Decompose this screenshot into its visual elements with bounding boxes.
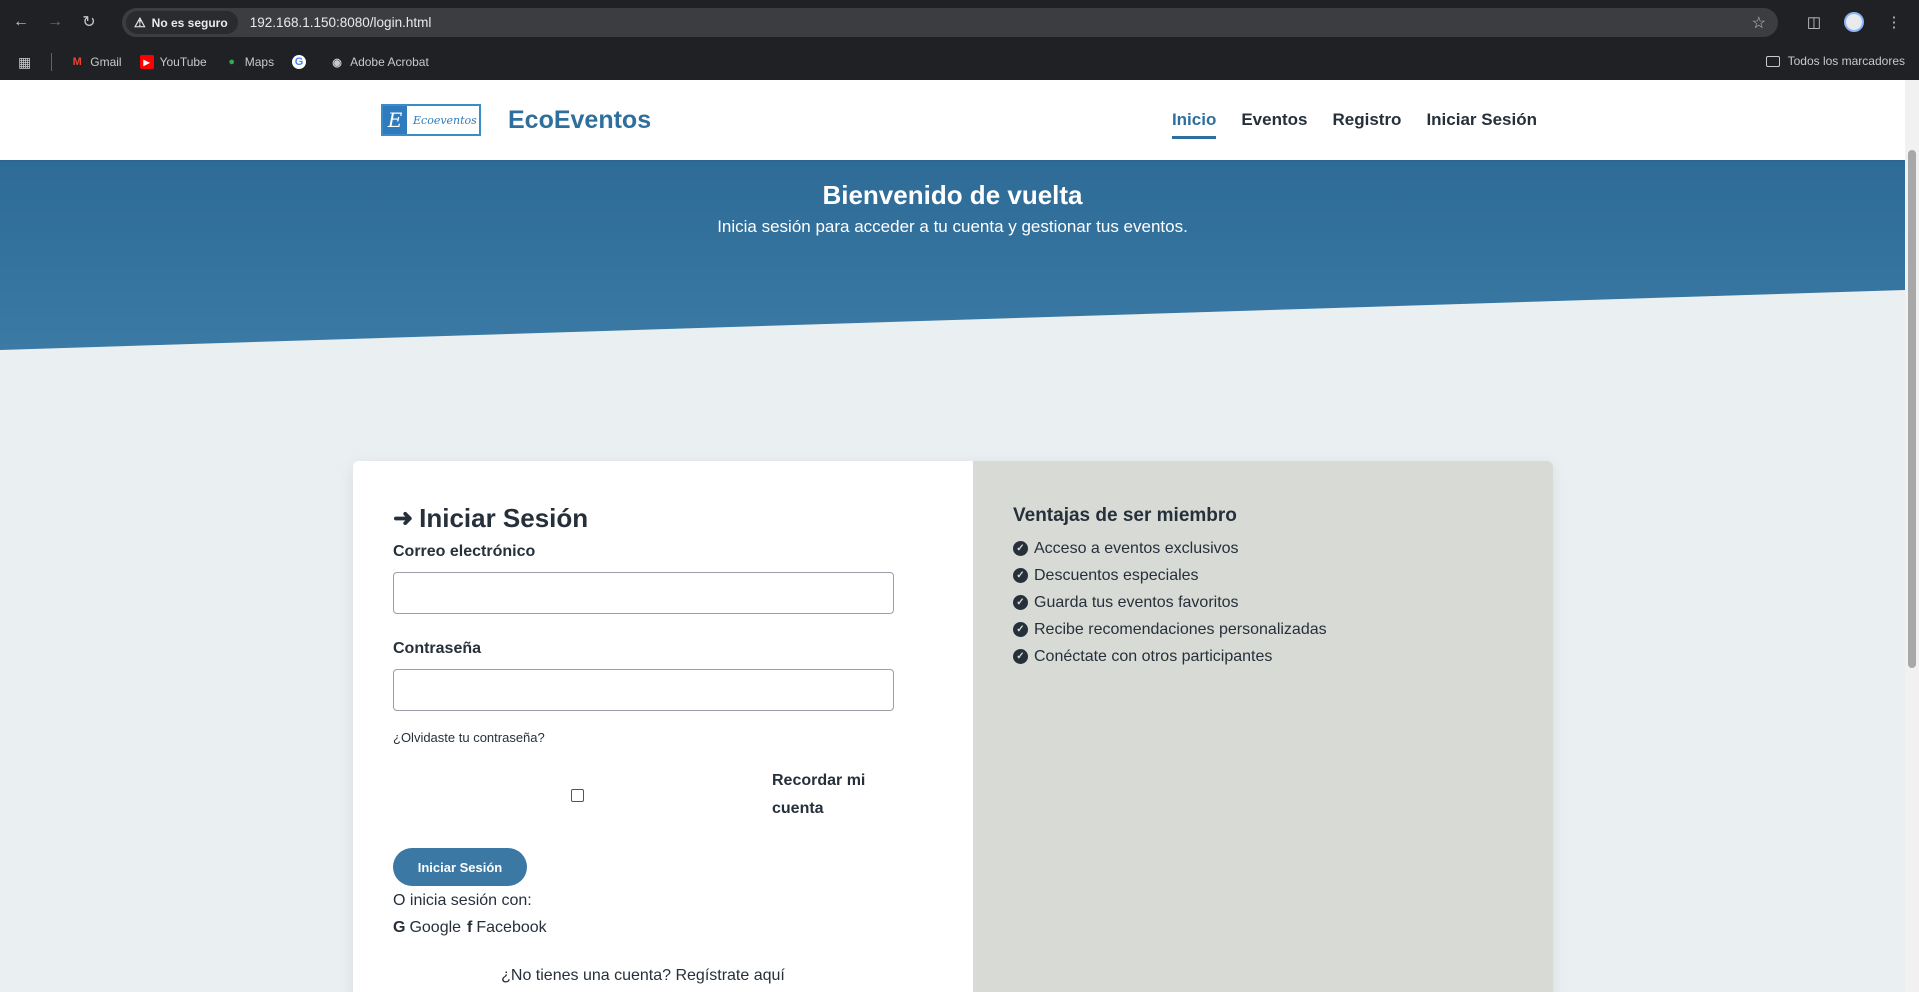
facebook-login-link[interactable]: Facebook xyxy=(476,919,546,937)
site-logo[interactable]: E Ecoeventos xyxy=(381,104,481,136)
login-heading: ➜ Iniciar Sesión xyxy=(393,503,588,534)
brand-name[interactable]: EcoEventos xyxy=(508,106,651,135)
benefits-list: ✓ Acceso a eventos exclusivos ✓ Descuent… xyxy=(1013,535,1327,670)
login-card: ➜ Iniciar Sesión Correo electrónico Cont… xyxy=(353,461,1553,992)
youtube-icon: ▶ xyxy=(139,55,154,69)
facebook-icon: f xyxy=(467,919,473,936)
extensions-icon[interactable]: ◫ xyxy=(1799,8,1829,36)
warning-icon: ⚠ xyxy=(134,14,146,30)
logo-letter: E xyxy=(383,106,407,134)
page-scrollbar[interactable] xyxy=(1905,80,1919,992)
benefit-item: ✓ Descuentos especiales xyxy=(1013,562,1327,589)
benefits-title: Ventajas de ser miembro xyxy=(1013,505,1237,526)
bookmark-acrobat[interactable]: ◉ Adobe Acrobat xyxy=(330,55,429,69)
benefit-item: ✓ Recibe recomendaciones personalizadas xyxy=(1013,616,1327,643)
browser-toolbar: ← → ↻ ⚠ No es seguro 192.168.1.150:8080/… xyxy=(0,0,1919,44)
benefit-item: ✓ Guarda tus eventos favoritos xyxy=(1013,589,1327,616)
nav-iniciar-sesion[interactable]: Iniciar Sesión xyxy=(1426,110,1537,139)
email-field[interactable] xyxy=(393,572,894,614)
reload-icon[interactable]: ↻ xyxy=(76,9,102,35)
login-form: ➜ Iniciar Sesión Correo electrónico Cont… xyxy=(353,461,973,992)
nav-inicio[interactable]: Inicio xyxy=(1171,110,1217,139)
check-circle-icon: ✓ xyxy=(1013,622,1028,637)
alt-login-text: O inicia sesión con: xyxy=(393,892,532,909)
hero-title: Bienvenido de vuelta xyxy=(822,180,1083,210)
benefit-text: Recibe recomendaciones personalizadas xyxy=(1034,620,1327,638)
bookmark-label: YouTube xyxy=(159,55,207,69)
profile-avatar[interactable] xyxy=(1839,8,1869,36)
menu-icon[interactable]: ⋮ xyxy=(1879,8,1909,36)
bookmark-youtube[interactable]: ▶ YouTube xyxy=(139,55,207,69)
password-label: Contraseña xyxy=(393,640,482,657)
security-chip[interactable]: ⚠ No es seguro xyxy=(126,11,238,34)
bookmark-label: Adobe Acrobat xyxy=(350,55,429,69)
logo-text: Ecoeventos xyxy=(413,113,477,127)
check-circle-icon: ✓ xyxy=(1013,541,1028,556)
bookmark-gmail[interactable]: M Gmail xyxy=(70,55,122,69)
bookmarks-divider xyxy=(51,53,53,71)
apps-grid-icon[interactable]: ▦ xyxy=(18,54,31,71)
remember-checkbox[interactable] xyxy=(571,789,584,802)
bookmark-star-icon[interactable]: ☆ xyxy=(1752,13,1766,33)
nav-registro[interactable]: Registro xyxy=(1332,110,1401,139)
login-title: Iniciar Sesión xyxy=(419,503,589,533)
benefit-text: Conéctate con otros participantes xyxy=(1034,647,1273,665)
scrollbar-thumb[interactable] xyxy=(1908,150,1916,668)
hero-subtitle: Inicia sesión para acceder a tu cuenta y… xyxy=(717,217,1188,236)
maps-icon: ● xyxy=(228,56,236,68)
check-circle-icon: ✓ xyxy=(1013,568,1028,583)
check-circle-icon: ✓ xyxy=(1013,649,1028,664)
acrobat-icon: ◉ xyxy=(332,56,342,69)
bookmark-label: Maps xyxy=(244,55,275,69)
security-label: No es seguro xyxy=(151,15,228,30)
main-nav: Inicio Eventos Registro Iniciar Sesión xyxy=(1147,110,1537,139)
sign-in-icon: ➜ xyxy=(393,505,414,532)
back-icon[interactable]: ← xyxy=(8,9,34,35)
bookmark-label: Gmail xyxy=(90,55,122,69)
benefit-text: Descuentos especiales xyxy=(1034,566,1199,584)
check-circle-icon: ✓ xyxy=(1013,595,1028,610)
url-text[interactable]: 192.168.1.150:8080/login.html xyxy=(250,15,432,30)
google-icon: G xyxy=(292,55,307,69)
forward-icon[interactable]: → xyxy=(42,9,68,35)
bookmarks-bar: ▦ M Gmail ▶ YouTube ● Maps G ◉ Adobe Acr… xyxy=(0,44,1919,80)
register-link[interactable]: ¿No tienes una cuenta? Regístrate aquí xyxy=(353,967,933,985)
google-login-link[interactable]: Google xyxy=(409,919,461,937)
address-bar[interactable]: ⚠ No es seguro 192.168.1.150:8080/login.… xyxy=(122,8,1778,37)
bookmark-maps[interactable]: ● Maps xyxy=(225,55,274,69)
benefit-text: Guarda tus eventos favoritos xyxy=(1034,593,1239,611)
all-bookmarks[interactable]: Todos los marcadores xyxy=(1765,54,1905,68)
all-bookmarks-label: Todos los marcadores xyxy=(1787,54,1905,68)
password-field[interactable] xyxy=(393,669,894,711)
page-viewport: Bienvenido de vuelta Inicia sesión para … xyxy=(0,80,1905,992)
forgot-password-link[interactable]: ¿Olvidaste tu contraseña? xyxy=(393,730,545,745)
remember-label[interactable]: Recordar mi cuenta xyxy=(772,767,882,823)
bookmark-google[interactable]: G xyxy=(292,55,312,69)
social-login: G Google f Facebook xyxy=(393,919,547,937)
benefit-item: ✓ Conéctate con otros participantes xyxy=(1013,643,1327,670)
site-header: E Ecoeventos EcoEventos Inicio Eventos R… xyxy=(0,80,1905,160)
benefits-panel: Ventajas de ser miembro ✓ Acceso a event… xyxy=(973,461,1553,992)
google-icon: G xyxy=(393,919,406,936)
nav-eventos[interactable]: Eventos xyxy=(1241,110,1307,139)
benefit-text: Acceso a eventos exclusivos xyxy=(1034,539,1239,557)
folder-icon xyxy=(1765,55,1780,67)
login-button[interactable]: Iniciar Sesión xyxy=(393,848,527,886)
gmail-icon: M xyxy=(72,56,82,68)
email-label: Correo electrónico xyxy=(393,543,536,560)
benefit-item: ✓ Acceso a eventos exclusivos xyxy=(1013,535,1327,562)
